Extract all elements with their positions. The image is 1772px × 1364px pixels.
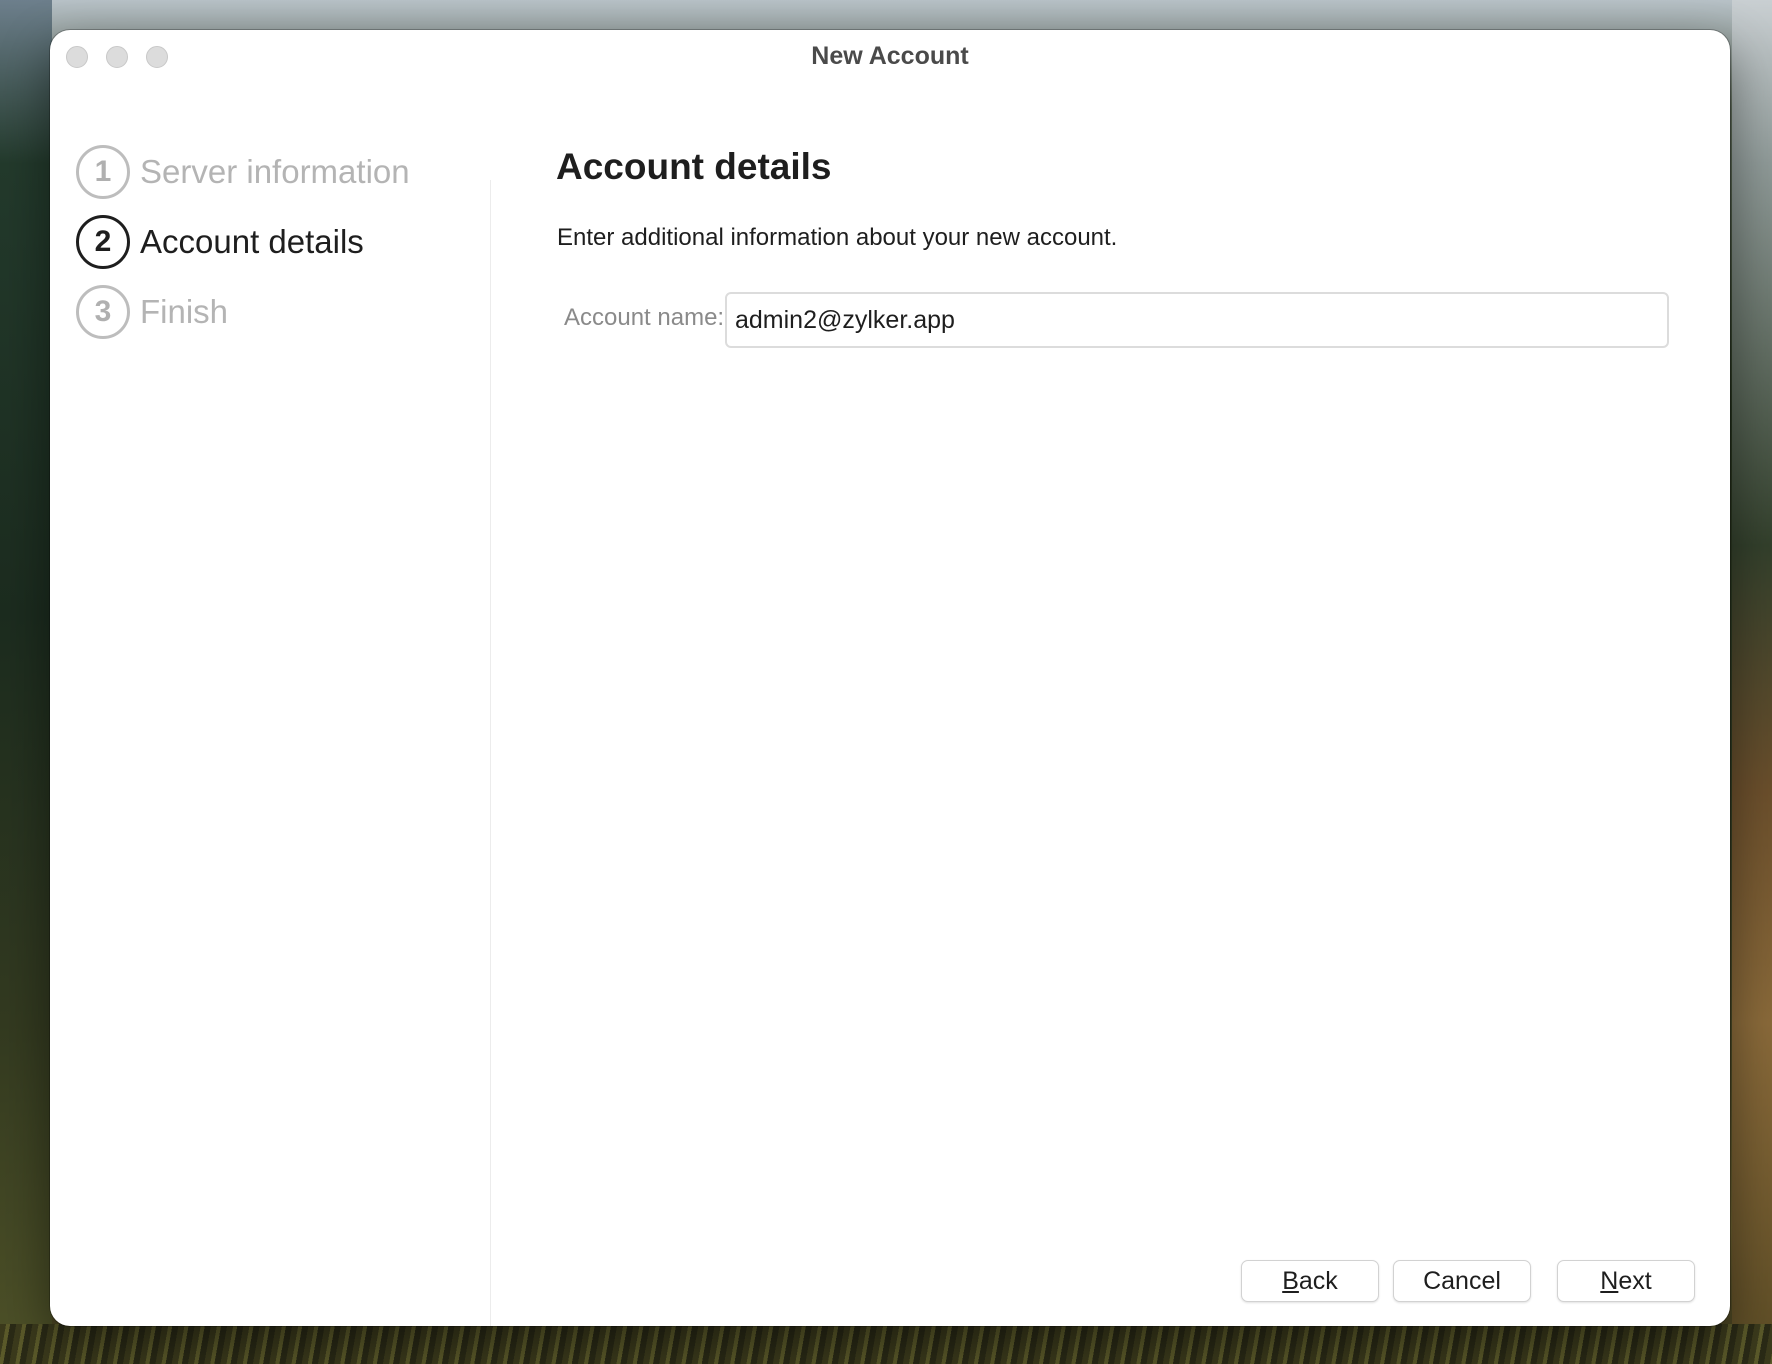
wizard-steps-sidebar: 1 Server information 2 Account details 3…	[50, 82, 490, 1326]
desktop-wallpaper-bottom	[0, 1324, 1772, 1364]
step-server-information: 1 Server information	[76, 142, 410, 202]
page-title: Account details	[556, 146, 832, 187]
step-number-circle: 3	[76, 285, 130, 339]
step-label: Finish	[140, 293, 229, 330]
next-button-mnemonic: N	[1600, 1266, 1619, 1295]
new-account-window: New Account 1 Server information 2 Accou…	[50, 30, 1730, 1326]
next-button-label: ext	[1618, 1266, 1652, 1295]
desktop-wallpaper-right	[1732, 0, 1772, 1364]
account-details-page: Account details Enter additional informa…	[491, 82, 1730, 1326]
step-label: Server information	[140, 153, 410, 190]
back-button-label: ack	[1298, 1266, 1338, 1295]
cancel-button[interactable]: Cancel	[1393, 1260, 1531, 1302]
account-name-label: Account name:	[564, 304, 725, 331]
next-button[interactable]: Next	[1557, 1260, 1695, 1302]
step-account-details: 2 Account details	[76, 212, 364, 272]
back-button[interactable]: Back	[1241, 1260, 1379, 1302]
step-label: Account details	[140, 223, 364, 260]
step-number-circle: 1	[76, 145, 130, 199]
back-button-mnemonic: B	[1282, 1266, 1299, 1295]
account-name-input[interactable]	[725, 292, 1669, 348]
desktop-wallpaper-left	[0, 0, 52, 1364]
cancel-button-label: Cancel	[1423, 1266, 1501, 1295]
window-title: New Account	[811, 42, 969, 70]
page-description: Enter additional information about your …	[557, 224, 1118, 251]
step-finish: 3 Finish	[76, 282, 228, 342]
title-bar: New Account	[50, 30, 1730, 82]
step-number-circle: 2	[76, 215, 130, 269]
